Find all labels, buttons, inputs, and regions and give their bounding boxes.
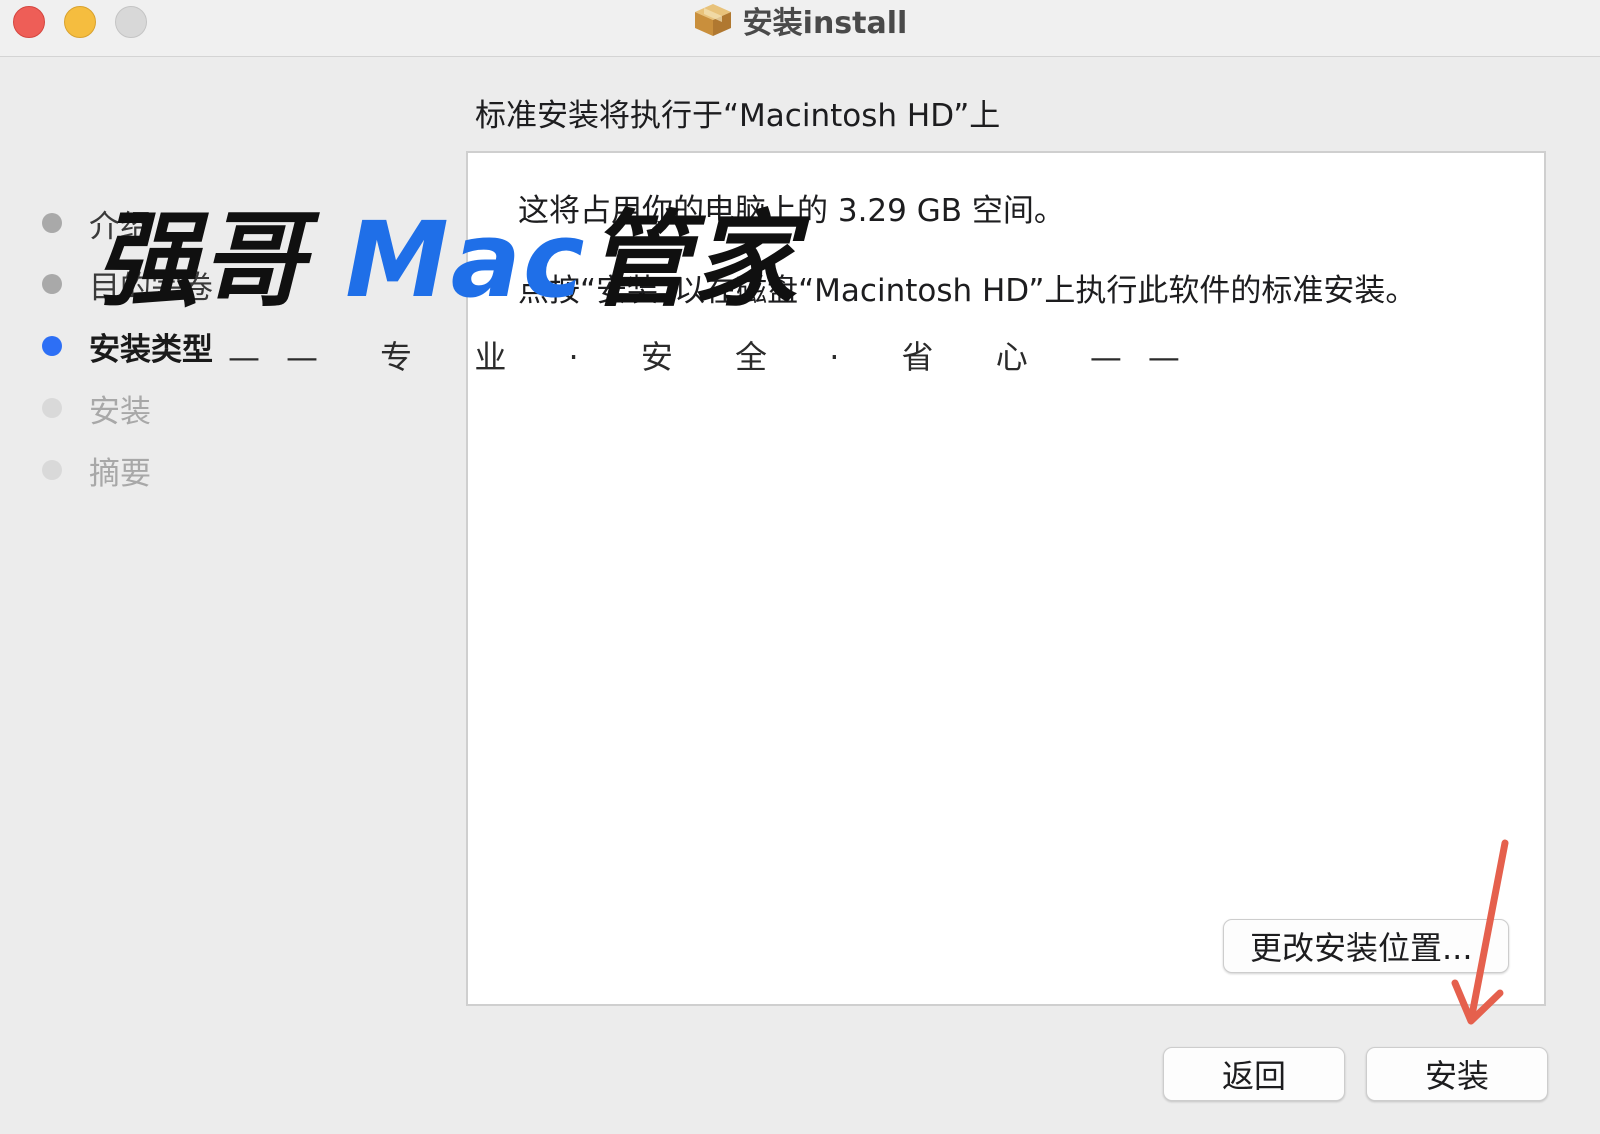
window-title: 安装install: [742, 6, 908, 41]
step-status-dot: [42, 274, 62, 294]
installer-window: 安装install 介绍 目的宗卷 安装类型 安装 摘要 标准安装将执行于“Ma…: [0, 0, 1600, 1134]
step-label: 安装: [89, 393, 151, 430]
sidebar-step-install-type: 安装类型: [42, 326, 213, 368]
sidebar-step-destination: 目的宗卷: [42, 264, 213, 306]
install-instruction-text: 点按“安装”以在磁盘“Macintosh HD”上执行此软件的标准安装。: [518, 273, 1417, 309]
step-status-dot: [42, 336, 62, 356]
sidebar-step-install: 安装: [42, 388, 151, 430]
back-button[interactable]: 返回: [1163, 1047, 1345, 1101]
disk-space-text: 这将占用你的电脑上的 3.29 GB 空间。: [518, 193, 1065, 229]
step-label: 介绍: [89, 208, 151, 245]
sidebar-step-summary: 摘要: [42, 450, 151, 492]
step-label: 目的宗卷: [89, 269, 213, 306]
sidebar-step-introduction: 介绍: [42, 203, 151, 245]
step-status-dot: [42, 398, 62, 418]
installer-steps-sidebar: 介绍 目的宗卷 安装类型 安装 摘要: [0, 56, 460, 1056]
step-status-dot: [42, 213, 62, 233]
title-bar: 安装install: [0, 0, 1600, 57]
window-title-group: 安装install: [0, 0, 1600, 41]
step-status-dot: [42, 460, 62, 480]
install-type-heading: 标准安装将执行于“Macintosh HD”上: [475, 98, 1001, 134]
annotation-arrow-icon: [1451, 839, 1509, 1025]
step-label: 摘要: [89, 455, 151, 492]
package-icon: [693, 2, 733, 38]
install-button[interactable]: 安装: [1366, 1047, 1548, 1101]
step-label: 安装类型: [89, 331, 213, 368]
install-info-panel: 这将占用你的电脑上的 3.29 GB 空间。 点按“安装”以在磁盘“Macint…: [466, 151, 1546, 1006]
